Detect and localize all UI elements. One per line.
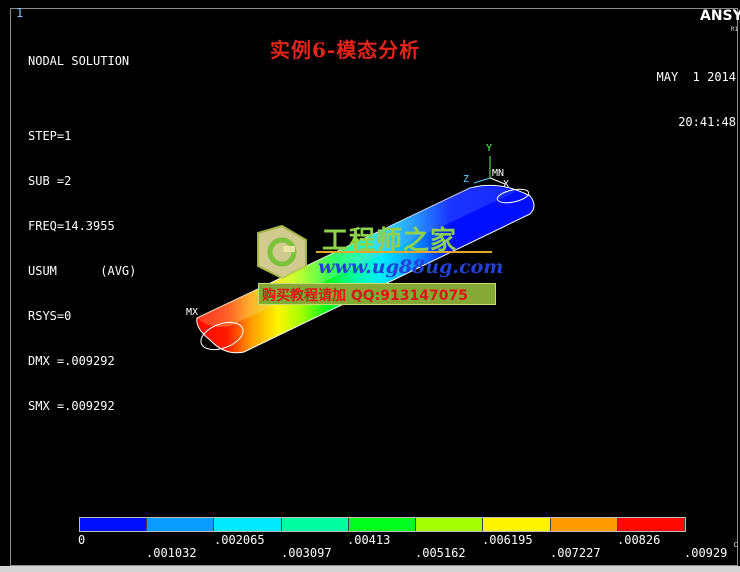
legend-color-band — [483, 518, 551, 531]
axis-z-label: Z — [463, 174, 470, 185]
min-label: MN — [492, 168, 505, 179]
axis-x-label: X — [503, 179, 510, 190]
window-bottom-edge — [0, 566, 740, 572]
contour-legend-bar — [79, 517, 686, 532]
legend-tick: .00826 — [617, 533, 661, 547]
legend-tick: .005162 — [415, 546, 466, 560]
watermark-contact: 购买教程请加 QQ:913147075 — [262, 288, 468, 304]
legend-color-band — [617, 518, 685, 531]
watermark-logo-icon — [257, 224, 307, 280]
legend-color-band — [348, 518, 417, 531]
legend-color-band — [214, 518, 282, 531]
legend-tick: .006195 — [482, 533, 533, 547]
legend-tick: .007227 — [550, 546, 601, 560]
axis-y-label: Y — [486, 143, 493, 154]
legend-color-band — [147, 518, 215, 531]
legend-tick: 0 — [78, 533, 86, 547]
max-label: MX — [186, 307, 199, 318]
watermark-url: www.ug88ug.com — [318, 256, 504, 278]
legend-color-band — [80, 518, 148, 531]
legend-tick: .00413 — [347, 533, 391, 547]
legend-tick: .001032 — [146, 546, 197, 560]
legend-color-band — [281, 518, 349, 531]
legend-color-band — [416, 518, 484, 531]
legend-color-band — [550, 518, 618, 531]
legend-tick: .002065 — [214, 533, 265, 547]
legend-tick: .003097 — [281, 546, 332, 560]
axis-z-line — [473, 177, 491, 184]
watermark-brand: 工程师之家 — [322, 226, 458, 256]
legend-tick: .00929 — [684, 546, 728, 560]
edge-text: c — [733, 540, 739, 550]
